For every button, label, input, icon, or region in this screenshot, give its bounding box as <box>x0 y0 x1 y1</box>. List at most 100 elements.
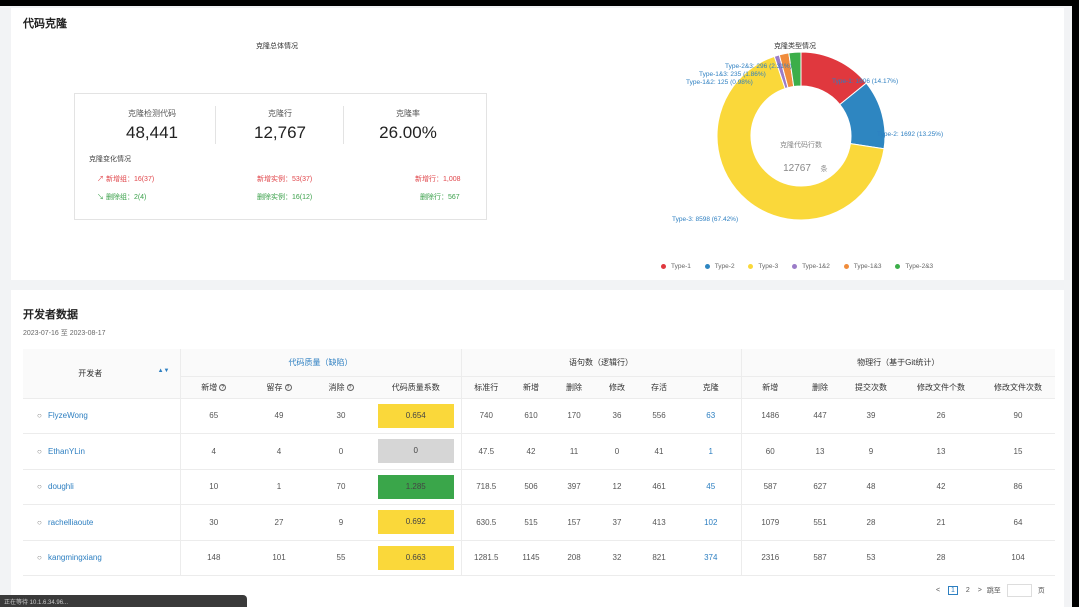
col-developer-label: 开发者 <box>78 368 103 378</box>
statement-cell: 37 <box>597 504 637 541</box>
next-page-button[interactable]: > <box>978 587 982 594</box>
col-p-commits: 提交次数 <box>841 376 901 399</box>
col-p-file-times: 修改文件次数 <box>981 376 1055 399</box>
clone-link[interactable]: 63 <box>681 398 741 434</box>
developer-cell[interactable]: ○ doughli <box>23 469 180 505</box>
col-q-new: 新增? <box>179 376 247 399</box>
col-developer[interactable]: 开发者 ▲▼ <box>23 349 180 399</box>
statement-cell: 740 <box>460 398 511 434</box>
clone-card: 代码克隆 克隆总体情况 克隆检测代码 48,441 克隆行 12,767 克隆率… <box>11 8 1064 280</box>
divider <box>343 106 344 144</box>
physical-cell: 90 <box>981 398 1055 434</box>
stat-value: 26.00% <box>379 123 437 142</box>
physical-cell: 48 <box>841 469 901 505</box>
slice-label-type1: Type-1: 1806 (14.17%) <box>832 78 899 85</box>
donut-center-value: 12767 <box>783 163 811 174</box>
quality-cell: 101 <box>247 540 311 576</box>
statement-cell: 42 <box>511 433 551 470</box>
legend-item[interactable]: Type-1&2 <box>792 263 830 270</box>
physical-cell: 627 <box>799 469 841 505</box>
legend-item[interactable]: Type-3 <box>748 263 778 270</box>
statement-cell: 157 <box>551 504 597 541</box>
developer-cell[interactable]: ○ FlyzeWong <box>23 398 180 434</box>
developer-table: 开发者 ▲▼ 代码质量（缺陷） 语句数（逻辑行） 物理行（基于Git统计） 新增… <box>23 349 1055 576</box>
statement-cell: 630.5 <box>460 504 511 541</box>
legend-dot <box>895 263 901 269</box>
page-2-button[interactable]: 2 <box>966 587 970 594</box>
developer-cell[interactable]: ○ rachelliaoute <box>23 504 180 541</box>
legend-item[interactable]: Type-1&3 <box>843 263 882 270</box>
physical-cell: 587 <box>799 540 841 576</box>
col-s-std: 标准行 <box>460 376 511 399</box>
stat-value: 48,441 <box>126 123 178 142</box>
legend-label: Type-1&2 <box>802 263 830 270</box>
statement-cell: 12 <box>597 469 637 505</box>
date-range: 2023-07-16 至 2023-08-17 <box>23 330 106 337</box>
page-1-button[interactable]: 1 <box>948 586 958 596</box>
col-s-del: 删除 <box>551 376 597 399</box>
col-group-physical: 物理行（基于Git统计） <box>740 349 1055 377</box>
table-row: ○ rachelliaoute 30 27 9 0.692 630.5 515 157 37 413… <box>23 504 1055 541</box>
help-icon[interactable]: ? <box>346 383 354 391</box>
quality-cell: 148 <box>179 540 247 576</box>
statement-cell: 41 <box>637 433 681 470</box>
quality-coef-cell: 0.654 <box>371 398 461 434</box>
stat-value: 12,767 <box>254 123 306 142</box>
jump-input[interactable] <box>1006 584 1032 597</box>
physical-cell: 28 <box>901 540 981 576</box>
table-row: ○ kangmingxiang 148 101 55 0.663 1281.5 1145 208… <box>23 540 1055 576</box>
legend-dot <box>661 263 666 269</box>
col-group-quality[interactable]: 代码质量（缺陷） <box>179 349 461 377</box>
quality-cell: 55 <box>311 540 371 576</box>
legend-label: Type-2 <box>714 263 735 270</box>
statement-cell: 397 <box>551 469 597 505</box>
quality-cell: 10 <box>179 469 247 505</box>
clone-link[interactable]: 102 <box>681 504 741 541</box>
stat-label: 克隆率 <box>396 109 420 118</box>
clone-link[interactable]: 374 <box>681 540 741 576</box>
help-icon[interactable]: ? <box>219 383 227 391</box>
col-q-coef: 代码质量系数 <box>371 376 461 399</box>
sort-icon[interactable]: ▲▼ <box>158 368 170 374</box>
slice-label-type23: Type-2&3: 296 (2.31%) <box>725 63 792 70</box>
quality-cell: 65 <box>179 398 247 434</box>
user-icon: ○ <box>37 553 42 563</box>
stat-label: 克隆行 <box>268 109 292 118</box>
developer-cell[interactable]: ○ kangmingxiang <box>23 540 180 576</box>
physical-cell: 587 <box>740 469 799 505</box>
developer-name: kangmingxiang <box>48 553 102 563</box>
user-icon: ○ <box>37 411 42 421</box>
stat-clone-lines: 克隆行 12,767 <box>225 108 335 143</box>
new-groups: ↗ 新增组：16(37) <box>97 176 155 183</box>
chart-legend: Type-1 Type-2 Type-3 Type-1&2 Type-1&3 T… <box>661 263 945 270</box>
legend-item[interactable]: Type-1 <box>661 263 691 270</box>
clone-title: 代码克隆 <box>23 18 67 30</box>
deleted-lines: 删除行：567 <box>420 194 460 201</box>
statement-cell: 11 <box>551 433 597 470</box>
statement-cell: 610 <box>511 398 551 434</box>
table-row: ○ EthanYLin 4 4 0 0 47.5 42 11 0 41 1 60 13 9 13 15 <box>23 433 1055 470</box>
clone-link[interactable]: 1 <box>681 433 741 470</box>
clone-link[interactable]: 45 <box>681 469 741 505</box>
stat-label: 克隆检测代码 <box>128 109 176 118</box>
legend-item[interactable]: Type-2&3 <box>895 263 933 270</box>
col-p-files: 修改文件个数 <box>901 376 981 399</box>
col-s-mod: 修改 <box>597 376 637 399</box>
help-icon[interactable]: ? <box>284 383 292 391</box>
legend-label: Type-2&3 <box>905 263 934 270</box>
statement-cell: 47.5 <box>460 433 511 470</box>
physical-cell: 86 <box>981 469 1055 505</box>
physical-cell: 1486 <box>740 398 799 434</box>
physical-cell: 21 <box>901 504 981 541</box>
statement-cell: 36 <box>597 398 637 434</box>
quality-coef-badge: 1.285 <box>377 474 454 499</box>
physical-cell: 64 <box>981 504 1055 541</box>
legend-item[interactable]: Type-2 <box>704 263 735 270</box>
prev-page-button[interactable]: < <box>936 587 940 594</box>
col-group-statements: 语句数（逻辑行） <box>460 349 741 377</box>
developer-cell[interactable]: ○ EthanYLin <box>23 433 180 470</box>
slice-label-type3: Type-3: 8598 (67.42%) <box>672 216 739 223</box>
physical-cell: 42 <box>901 469 981 505</box>
pagination: < 1 2 > 跳至 页 <box>933 584 1045 597</box>
physical-cell: 28 <box>841 504 901 541</box>
